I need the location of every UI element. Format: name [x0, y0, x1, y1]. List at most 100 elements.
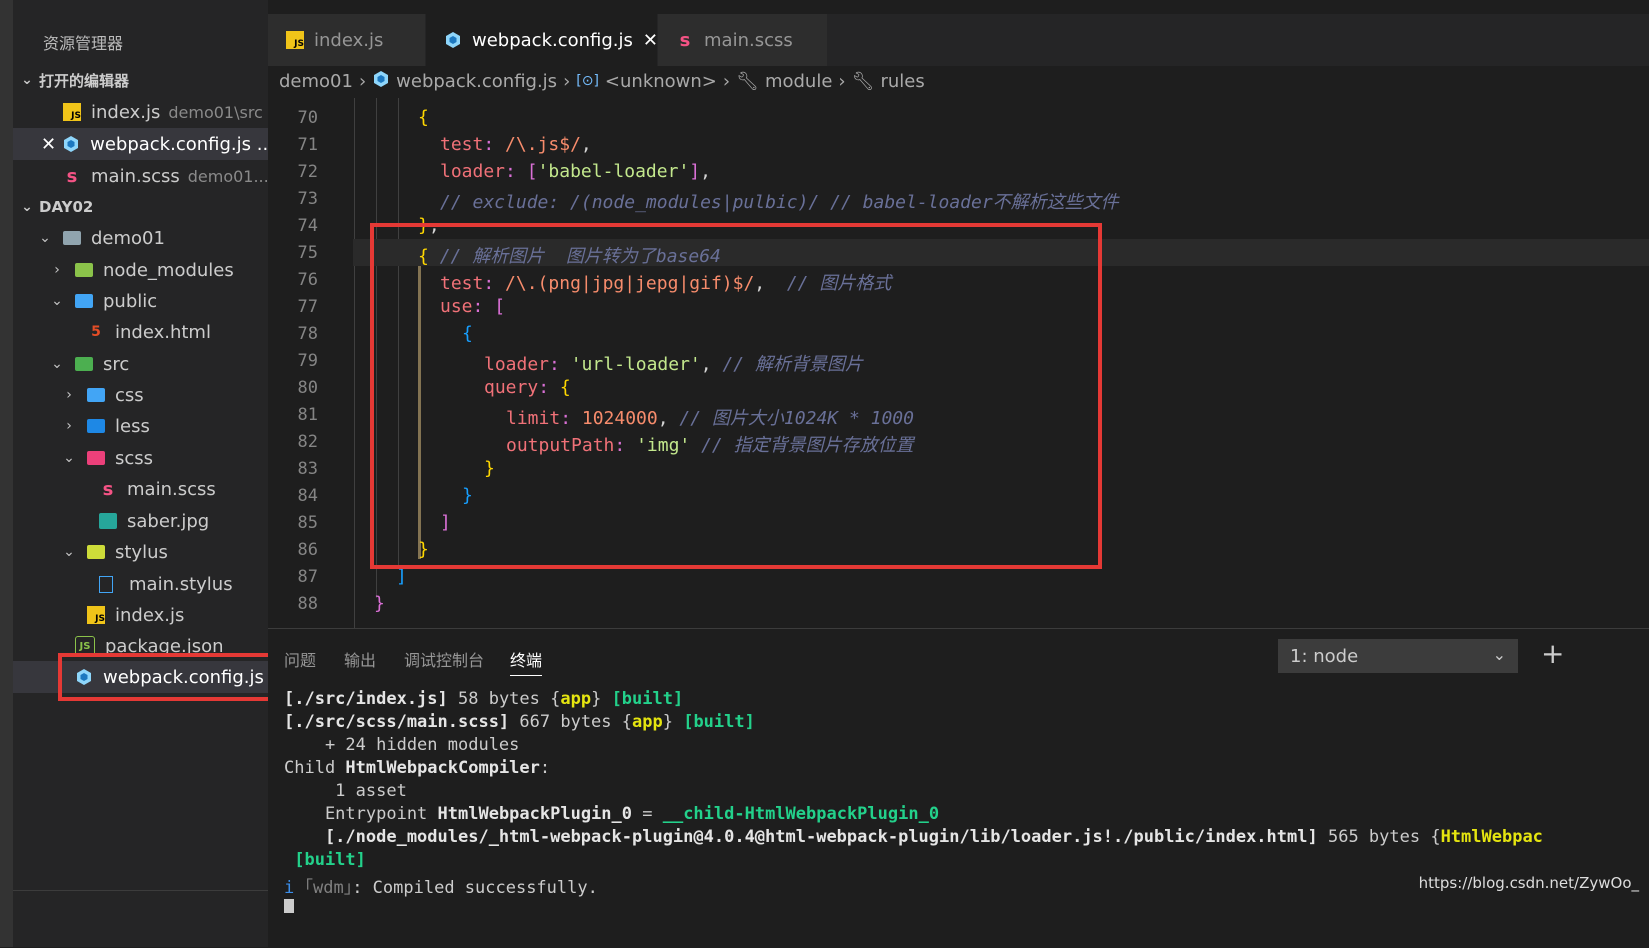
terminal-line: [./src/index.js] 58 bytes {app} [built]: [284, 689, 684, 709]
chevron-right-icon: ›: [66, 418, 72, 434]
line-number: 84: [297, 486, 318, 506]
terminal-line: Entrypoint HtmlWebpackPlugin_0 = __child…: [284, 804, 940, 824]
tab-webpack-config[interactable]: webpack.config.js ✕: [426, 14, 658, 66]
indent-guide: [354, 98, 355, 628]
chevron-right-icon: ›: [66, 387, 72, 403]
tree-folder-public[interactable]: ⌄ public: [13, 285, 268, 317]
explorer-sidebar: 资源管理器 ⌄ 打开的编辑器 JS index.js demo01\src ✕ …: [13, 0, 268, 947]
tab-terminal[interactable]: 终端: [510, 647, 543, 676]
sidebar-divider: [13, 890, 268, 891]
line-number: 72: [297, 162, 318, 182]
js-icon: JS: [286, 31, 304, 49]
chevron-down-icon: ⌄: [1492, 645, 1506, 664]
webpack-icon: [62, 135, 80, 153]
breadcrumb-item[interactable]: <unknown>: [605, 71, 717, 92]
public-folder-icon: [75, 294, 93, 308]
breadcrumb-item[interactable]: webpack.config.js: [396, 71, 557, 92]
code-line: ]: [396, 566, 407, 587]
chevron-right-icon: ›: [54, 262, 60, 278]
css-folder-icon: [87, 388, 105, 402]
terminal-line: [./node_modules/_html-webpack-plugin@4.0…: [284, 827, 1543, 847]
webpack-icon: [444, 31, 462, 49]
line-number: 70: [297, 108, 318, 128]
open-editor-item[interactable]: ✕ webpack.config.js ...: [13, 128, 268, 160]
tab-index-js[interactable]: JS index.js: [268, 14, 426, 66]
tree-folder-demo01[interactable]: ⌄ demo01: [13, 222, 268, 254]
tree-file-index-html[interactable]: 5 index.html: [13, 316, 268, 348]
stylus-folder-icon: [87, 545, 105, 559]
sass-icon: ꜱ: [102, 478, 114, 500]
wrench-icon: 🔧︎: [736, 70, 759, 92]
watermark: https://blog.csdn.net/ZywOo_: [1418, 874, 1639, 892]
terminal-cursor: [284, 899, 294, 913]
line-number: 83: [297, 459, 318, 479]
open-editor-item[interactable]: JS index.js demo01\src: [13, 96, 268, 128]
code-line: loader: ['babel-loader'],: [440, 161, 711, 182]
workspace-header[interactable]: ⌄ DAY02: [13, 191, 268, 223]
sass-icon: ꜱ: [66, 165, 78, 187]
less-folder-icon: [87, 419, 105, 433]
image-icon: [99, 513, 117, 529]
code-line: {: [418, 107, 429, 128]
line-number: 71: [297, 135, 318, 155]
line-number: 75: [297, 243, 318, 263]
chevron-down-icon: ⌄: [51, 293, 63, 309]
chevron-down-icon: ⌄: [21, 199, 33, 215]
chevron-right-icon: ›: [563, 70, 571, 92]
node-folder-icon: [75, 263, 93, 277]
tab-main-scss[interactable]: ꜱ main.scss: [658, 14, 828, 66]
open-editor-item[interactable]: ꜱ main.scss demo01...: [13, 160, 268, 192]
tab-output[interactable]: 输出: [344, 647, 376, 671]
tree-folder-node-modules[interactable]: › node_modules: [13, 254, 268, 286]
line-number: 78: [297, 324, 318, 344]
chevron-down-icon: ⌄: [39, 230, 51, 246]
tab-problems[interactable]: 问题: [284, 647, 316, 671]
line-number: 73: [297, 189, 318, 209]
line-number: 86: [297, 540, 318, 560]
variable-icon: [⊙]: [576, 73, 599, 89]
line-number: 82: [297, 432, 318, 452]
highlight-box: [58, 653, 279, 701]
breadcrumb-item[interactable]: demo01: [279, 71, 353, 92]
chevron-down-icon: ⌄: [51, 356, 63, 372]
tree-folder-src[interactable]: ⌄ src: [13, 348, 268, 380]
chevron-right-icon: ›: [722, 70, 731, 92]
terminal-line: [built]: [284, 850, 366, 870]
code-line: }: [374, 593, 385, 614]
tree-folder-css[interactable]: › css: [13, 379, 268, 411]
tree-file-index-js[interactable]: JS index.js: [13, 599, 268, 631]
new-terminal-button[interactable]: +: [1541, 637, 1564, 670]
close-icon[interactable]: ✕: [41, 134, 56, 155]
js-icon: JS: [63, 103, 81, 121]
chevron-right-icon: ›: [838, 70, 846, 92]
activity-bar: [0, 0, 13, 947]
terminal-select[interactable]: 1: node ⌄: [1278, 639, 1518, 673]
folder-icon: [63, 231, 81, 245]
tree-folder-scss[interactable]: ⌄ scss: [13, 442, 268, 474]
breadcrumb-item[interactable]: module: [765, 71, 832, 92]
tree-folder-stylus[interactable]: ⌄ stylus: [13, 536, 268, 568]
tab-debug-console[interactable]: 调试控制台: [404, 647, 484, 671]
tree-file-saber-jpg[interactable]: saber.jpg: [13, 505, 268, 537]
line-number: 81: [297, 405, 318, 425]
line-number: 80: [297, 378, 318, 398]
terminal-line: i ｢wdm｣: Compiled successfully.: [284, 878, 598, 898]
close-icon[interactable]: ✕: [643, 30, 658, 51]
tree-file-main-stylus[interactable]: main.stylus: [13, 568, 268, 600]
tree-folder-less[interactable]: › less: [13, 410, 268, 442]
tree-file-main-scss[interactable]: ꜱ main.scss: [13, 473, 268, 505]
js-icon: JS: [87, 606, 105, 624]
breadcrumb: demo01 › webpack.config.js › [⊙] <unknow…: [268, 66, 1649, 96]
highlight-box: [370, 223, 1102, 569]
code-line: // exclude: /(node_modules|pulbic)/ // b…: [440, 192, 1119, 213]
open-editors-header[interactable]: ⌄ 打开的编辑器: [13, 64, 268, 96]
code-line: test: /\.js$/,: [440, 134, 592, 155]
terminal-line: + 24 hidden modules: [284, 735, 520, 755]
editor-tab-bar: JS index.js webpack.config.js ✕ ꜱ main.s…: [268, 14, 1649, 66]
breadcrumb-item[interactable]: rules: [880, 71, 924, 92]
terminal-line: 1 asset: [284, 781, 407, 801]
line-number: 76: [297, 270, 318, 290]
chevron-right-icon: ›: [358, 70, 367, 92]
terminal-line: Child HtmlWebpackCompiler:: [284, 758, 551, 778]
line-number: 88: [297, 594, 318, 614]
